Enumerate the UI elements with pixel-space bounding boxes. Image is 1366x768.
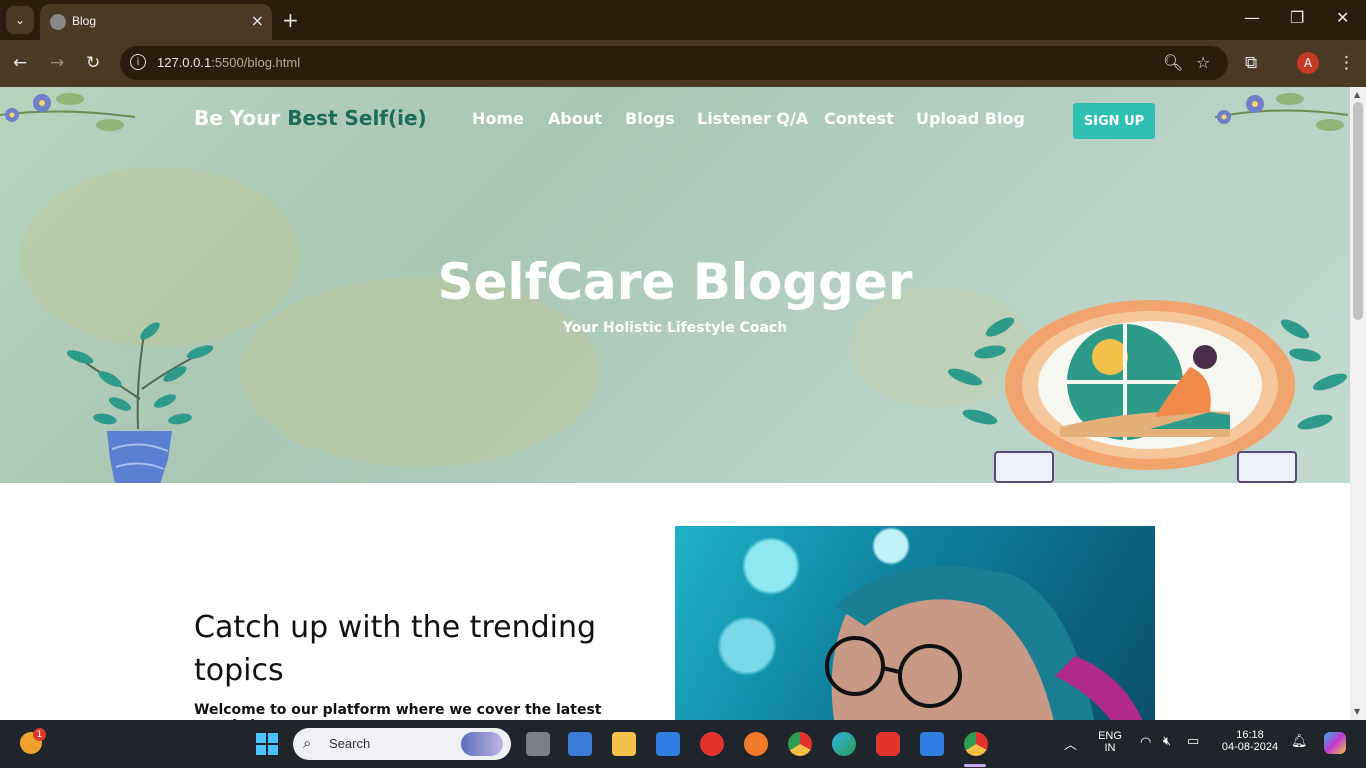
site-info-icon[interactable]: i <box>130 54 146 70</box>
browser-tab-blog[interactable]: Blog × <box>40 4 272 40</box>
scroll-down-icon[interactable]: ▼ <box>1354 707 1360 716</box>
mail-icon[interactable] <box>656 732 680 756</box>
woman-with-glasses-image <box>825 566 1143 720</box>
windows-start-icon[interactable] <box>256 733 278 755</box>
nav-upload-blog[interactable]: Upload Blog <box>916 109 1025 128</box>
tab-close-icon[interactable]: × <box>251 11 264 30</box>
volume-muted-icon[interactable]: 🔇︎ <box>1163 734 1171 749</box>
scrollbar-thumb[interactable] <box>1353 102 1363 320</box>
nav-about[interactable]: About <box>548 109 602 128</box>
potted-plant-illustration <box>66 322 214 483</box>
address-bar[interactable]: i 127.0.0.1:5500/blog.html 🔍︎ ☆ <box>120 46 1228 80</box>
show-hidden-icons-icon[interactable]: ︿ <box>1064 734 1077 753</box>
scroll-up-icon[interactable]: ▲ <box>1354 90 1360 99</box>
page-scrollbar[interactable]: ▲ ▼ <box>1350 87 1366 720</box>
browser-toolbar: ← → ↻ i 127.0.0.1:5500/blog.html 🔍︎ ☆ ⧉ … <box>0 40 1366 87</box>
nav-home[interactable]: Home <box>472 109 524 128</box>
active-app-indicator <box>964 764 986 767</box>
nav-blogs[interactable]: Blogs <box>625 109 675 128</box>
hero-section: Be Your Best Self(ie) Home About Blogs L… <box>0 87 1350 483</box>
chrome-active-icon[interactable] <box>964 732 988 756</box>
reading-woman-illustration <box>947 300 1348 483</box>
search-highlight-icon <box>461 732 503 756</box>
task-view-icon[interactable] <box>526 732 550 756</box>
restore-icon[interactable]: ❐ <box>1290 8 1304 27</box>
trending-topics-photo <box>675 526 1155 720</box>
zoom-icon[interactable]: 🔍︎ <box>1163 53 1183 72</box>
signup-button[interactable]: SIGN UP <box>1073 103 1155 139</box>
bookmark-star-icon[interactable]: ☆ <box>1196 53 1210 72</box>
copilot-icon[interactable] <box>1324 732 1346 754</box>
wifi-icon[interactable]: ◠ <box>1140 735 1151 750</box>
wps-office-icon[interactable] <box>700 732 724 756</box>
taskbar-search-box[interactable]: ⌕ Search <box>293 728 511 760</box>
forward-icon[interactable]: → <box>50 53 64 73</box>
firefox-icon[interactable] <box>744 732 768 756</box>
search-placeholder: Search <box>329 736 371 751</box>
file-explorer-icon[interactable] <box>612 732 636 756</box>
back-icon[interactable]: ← <box>13 53 27 73</box>
close-window-icon[interactable]: ✕ <box>1336 8 1349 27</box>
battery-icon[interactable]: ▭ <box>1187 734 1199 749</box>
extensions-icon[interactable]: ⧉ <box>1245 53 1257 73</box>
notifications-bell-icon[interactable]: 🔔︎ <box>1291 734 1308 749</box>
search-icon: ⌕ <box>303 734 312 752</box>
section-title: Catch up with the trending topics <box>194 610 597 688</box>
minimize-icon[interactable]: — <box>1244 8 1260 27</box>
browser-menu-icon[interactable]: ⋮ <box>1338 53 1355 73</box>
clock[interactable]: 16:18 04-08-2024 <box>1216 729 1284 753</box>
tab-search-dropdown-icon[interactable]: ⌄ <box>6 6 34 34</box>
tab-favicon-icon <box>50 14 66 30</box>
chrome-icon[interactable] <box>788 732 812 756</box>
browser-tab-strip: ⌄ Blog × + — ❐ ✕ <box>0 0 1366 40</box>
url-text: 127.0.0.1:5500/blog.html <box>157 55 301 70</box>
youtube-icon[interactable] <box>876 732 900 756</box>
tab-title: Blog <box>72 14 97 28</box>
nav-listener-qa[interactable]: Listener Q/A <box>697 109 808 128</box>
section-text: Welcome to our platform where we cover t… <box>194 702 602 720</box>
new-tab-icon[interactable]: + <box>282 8 299 32</box>
site-logo[interactable]: Be Your Best Self(ie) <box>194 106 427 130</box>
nav-contest[interactable]: Contest <box>824 109 894 128</box>
profile-avatar[interactable]: A <box>1297 52 1319 74</box>
reload-icon[interactable]: ↻ <box>86 53 100 73</box>
windows-taskbar: 1 ⌕ Search ︿ ENG IN ◠ 🔇︎ ▭ 16:18 04-08-202… <box>0 720 1366 768</box>
notification-badge: 1 <box>33 728 46 741</box>
language-indicator[interactable]: ENG IN <box>1096 730 1124 754</box>
flower-branch-left-icon <box>0 93 136 131</box>
store-icon[interactable] <box>568 732 592 756</box>
edge-icon[interactable] <box>832 732 856 756</box>
flower-branch-right-icon <box>1214 93 1349 131</box>
page-viewport: Be Your Best Self(ie) Home About Blogs L… <box>0 87 1350 720</box>
vscode-icon[interactable] <box>920 732 944 756</box>
